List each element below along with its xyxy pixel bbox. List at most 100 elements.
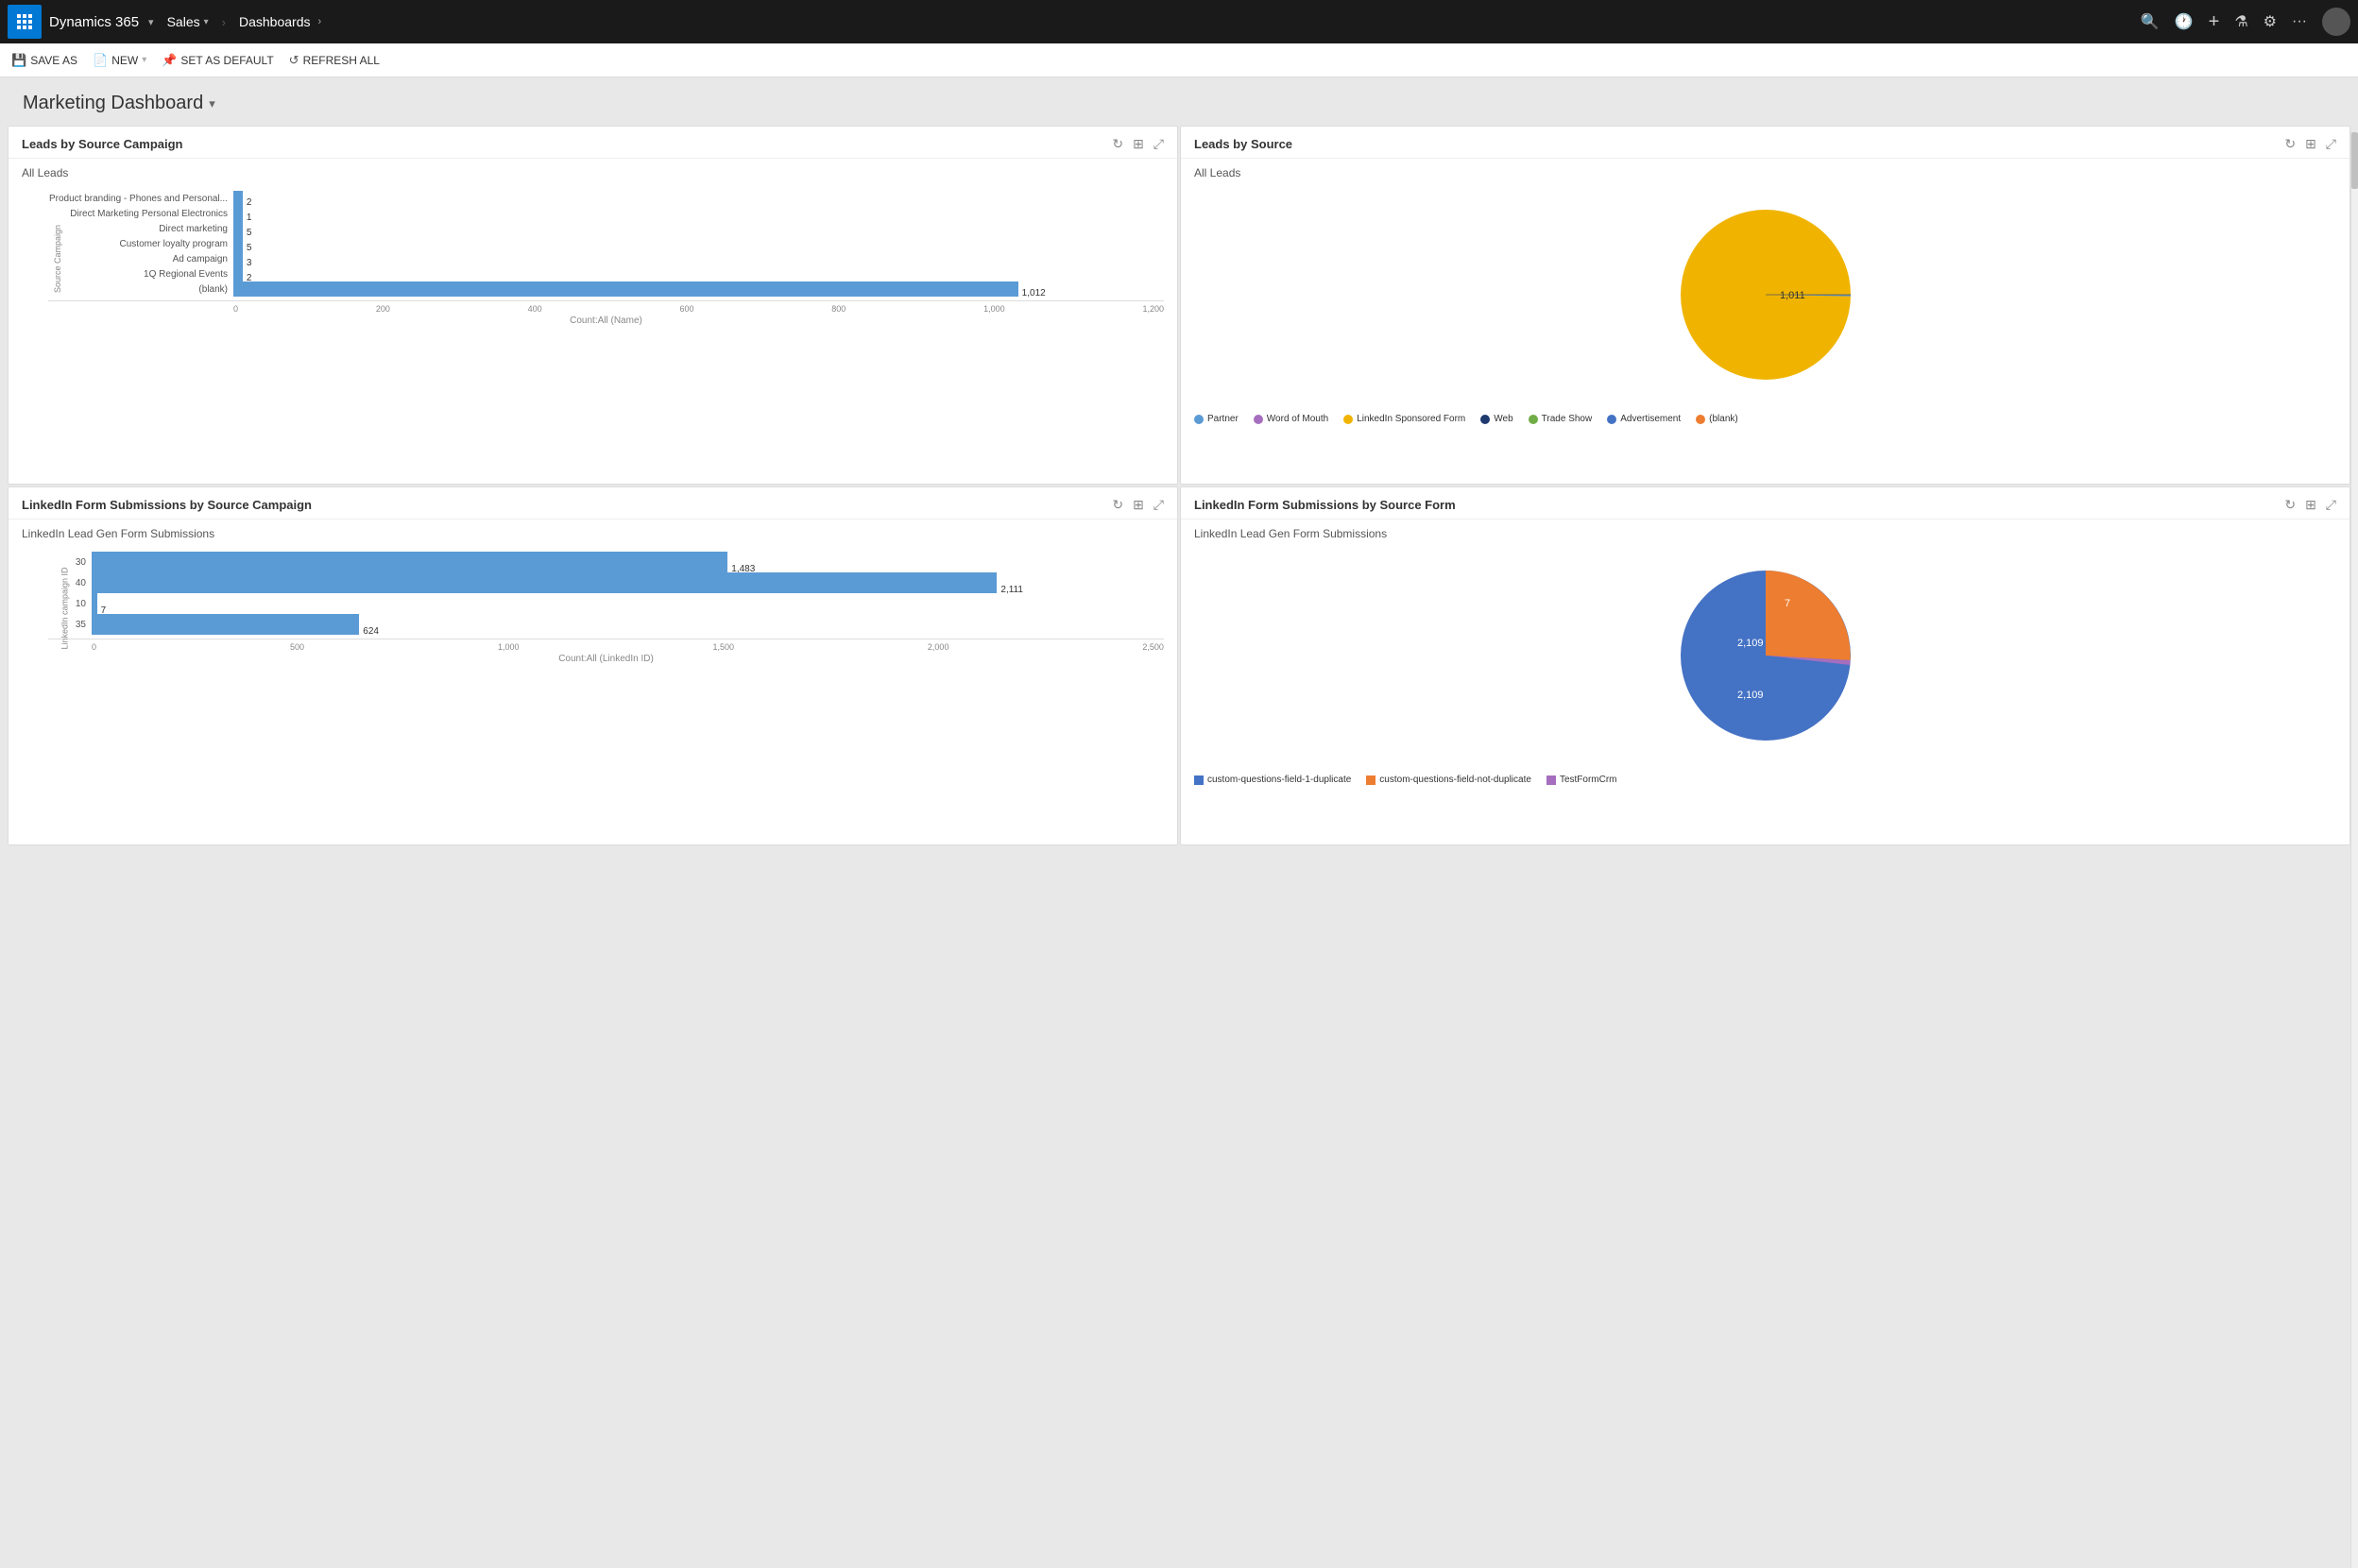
bar-label: 1Q Regional Events [48, 269, 228, 280]
bar-row: (blank) 1,012 [48, 281, 1164, 297]
user-avatar[interactable] [2322, 8, 2350, 36]
bar-fill [233, 236, 243, 251]
y-axis-label-3: LinkedIn campaign ID [60, 567, 70, 649]
legend-dot [1696, 415, 1705, 424]
page-header: Marketing Dashboard ▾ [0, 77, 2358, 126]
save-icon: 💾 [11, 53, 26, 68]
widget-actions-2: ↻ ⊞ ⤢ [2284, 136, 2336, 152]
bar-fill [233, 266, 243, 281]
svg-text:2,109: 2,109 [1737, 638, 1764, 649]
widget-subtitle-4: LinkedIn Lead Gen Form Submissions [1181, 520, 2349, 544]
widget-actions-3: ↻ ⊞ ⤢ [1112, 497, 1164, 513]
legend-item: custom-questions-field-1-duplicate [1194, 775, 1351, 785]
module-nav[interactable]: Sales ▾ [158, 14, 218, 29]
history-button[interactable]: 🕐 [2175, 12, 2194, 31]
widget-subtitle-2: All Leads [1181, 159, 2349, 183]
bar-label: (blank) [48, 284, 228, 295]
widget-title-1: Leads by Source Campaign [22, 137, 183, 151]
new-button[interactable]: 📄 NEW ▾ [93, 53, 146, 68]
app-name[interactable]: Dynamics 365 ▾ [49, 14, 158, 30]
widget-title-3: LinkedIn Form Submissions by Source Camp… [22, 498, 312, 512]
search-button[interactable]: 🔍 [2141, 12, 2160, 31]
page-title-caret-icon: ▾ [209, 96, 215, 111]
pie-chart-2: 1,011 [1662, 191, 1870, 399]
widget-subtitle-3: LinkedIn Lead Gen Form Submissions [9, 520, 1177, 544]
filter-button[interactable]: ⚗ [2234, 12, 2247, 31]
x-axis-label-1: Count:All (Name) [48, 315, 1164, 326]
widget-table-3[interactable]: ⊞ [1133, 497, 1144, 513]
widget-leads-by-source-campaign: Leads by Source Campaign ↻ ⊞ ⤢ All Leads… [8, 126, 1178, 485]
pie-chart-2-container: 1,011 [1181, 183, 2349, 406]
widget-table-1[interactable]: ⊞ [1133, 136, 1144, 152]
dashboard-grid: Leads by Source Campaign ↻ ⊞ ⤢ All Leads… [0, 126, 2358, 853]
refresh-icon: ↺ [289, 53, 299, 68]
widget-refresh-2[interactable]: ↻ [2284, 136, 2296, 152]
legend-dot [1194, 775, 1204, 785]
widget-expand-3[interactable]: ⤢ [1153, 497, 1164, 513]
bar-track: 5 [233, 236, 1164, 251]
default-icon: 📌 [162, 53, 177, 68]
bar-track: 1 [233, 206, 1164, 221]
widget-expand-1[interactable]: ⤢ [1153, 136, 1164, 152]
bar-chart-1: Product branding - Phones and Personal..… [48, 191, 1164, 297]
legend-label: Web [1494, 414, 1512, 424]
bar-chart-3: 301,483402,11110735624 [48, 552, 1164, 635]
legend-label: LinkedIn Sponsored Form [1357, 414, 1465, 424]
widget-subtitle-1: All Leads [9, 159, 1177, 183]
bar-row: 301,483 [48, 552, 1164, 572]
x-axis-label-3: Count:All (LinkedIn ID) [48, 654, 1164, 664]
widget-refresh-1[interactable]: ↻ [1112, 136, 1123, 152]
new-icon: 📄 [93, 53, 108, 68]
nav-right-actions: 🔍 🕐 + ⚗ ⚙ ··· [2141, 8, 2350, 36]
refresh-all-button[interactable]: ↺ REFRESH ALL [289, 53, 380, 68]
widget-body-1: Source Campaign Product branding - Phone… [9, 183, 1177, 333]
bar-track: 1,483 [92, 552, 1164, 572]
x-axis-ticks-3: 05001,0001,5002,0002,500 [48, 639, 1164, 652]
nav-separator: › [222, 15, 226, 29]
legend-item: custom-questions-field-not-duplicate [1366, 775, 1531, 785]
bar-track: 5 [233, 221, 1164, 236]
bar-track: 2,111 [92, 572, 1164, 593]
bar-row: Direct marketing5 [48, 221, 1164, 236]
more-button[interactable]: ··· [2292, 13, 2307, 30]
widget-header-2: Leads by Source ↻ ⊞ ⤢ [1181, 127, 2349, 159]
legend-dot [1366, 775, 1376, 785]
x-axis-ticks-1: 02004006008001,0001,200 [48, 300, 1164, 314]
set-as-default-button[interactable]: 📌 SET AS DEFAULT [162, 53, 273, 68]
top-nav: Dynamics 365 ▾ Sales ▾ › Dashboards › 🔍 … [0, 0, 2358, 43]
widget-expand-2[interactable]: ⤢ [2326, 136, 2336, 152]
bar-fill [92, 593, 97, 614]
bar-label: Product branding - Phones and Personal..… [48, 194, 228, 204]
app-menu-button[interactable] [8, 5, 42, 39]
widget-table-4[interactable]: ⊞ [2305, 497, 2316, 513]
add-button[interactable]: + [2209, 11, 2220, 33]
widget-table-2[interactable]: ⊞ [2305, 136, 2316, 152]
scrollbar-thumb[interactable] [2351, 132, 2358, 189]
legend-label: (blank) [1709, 414, 1738, 424]
section-nav[interactable]: Dashboards › [230, 14, 331, 29]
pie-legend-4: custom-questions-field-1-duplicate custom… [1181, 767, 2349, 793]
bar-row: 402,111 [48, 572, 1164, 593]
legend-dot [1480, 415, 1490, 424]
widget-expand-4[interactable]: ⤢ [2326, 497, 2336, 513]
bar-row: Direct Marketing Personal Electronics 1 [48, 206, 1164, 221]
widget-refresh-3[interactable]: ↻ [1112, 497, 1123, 513]
new-dropdown-icon: ▾ [142, 55, 146, 65]
app-chevron-icon: ▾ [148, 16, 154, 28]
legend-dot [1194, 415, 1204, 424]
page-title[interactable]: Marketing Dashboard ▾ [23, 93, 2335, 114]
section-arrow-icon: › [317, 16, 321, 27]
legend-dot [1343, 415, 1353, 424]
bar-row: Product branding - Phones and Personal..… [48, 191, 1164, 206]
legend-item: TestFormCrm [1546, 775, 1617, 785]
scrollbar[interactable] [2350, 132, 2358, 1568]
module-caret-icon: ▾ [204, 17, 209, 27]
legend-item: Word of Mouth [1254, 414, 1328, 424]
widget-refresh-4[interactable]: ↻ [2284, 497, 2296, 513]
save-as-button[interactable]: 💾 SAVE AS [11, 53, 77, 68]
legend-item: Advertisement [1607, 414, 1681, 424]
pie-chart-4: 2,109 7 2,109 [1662, 552, 1870, 759]
settings-button[interactable]: ⚙ [2264, 12, 2277, 31]
bar-value: 1,012 [1022, 288, 1046, 298]
bar-label: Direct Marketing Personal Electronics [48, 209, 228, 219]
